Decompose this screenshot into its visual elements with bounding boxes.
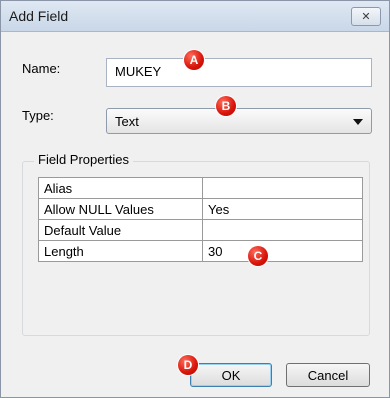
close-button[interactable]: ✕ — [351, 7, 381, 26]
close-icon: ✕ — [361, 11, 371, 23]
table-row[interactable]: Allow NULL Values Yes — [38, 198, 363, 220]
property-value-cell[interactable]: Yes — [202, 198, 363, 220]
field-properties-title: Field Properties — [34, 152, 134, 167]
title-bar: Add Field ✕ — [1, 1, 389, 32]
type-dropdown[interactable]: Text — [106, 108, 372, 134]
callout-marker-b: B — [216, 96, 236, 116]
property-value-cell[interactable] — [202, 219, 363, 241]
name-input-value: MUKEY — [115, 64, 162, 79]
field-properties-grid: Alias Allow NULL Values Yes Default Valu… — [38, 177, 363, 262]
window-title: Add Field — [9, 8, 69, 24]
callout-marker-c: C — [248, 246, 268, 266]
callout-marker-a: A — [184, 50, 204, 70]
cancel-button[interactable]: Cancel — [286, 363, 370, 387]
chevron-down-icon — [353, 119, 363, 125]
name-input[interactable]: MUKEY — [106, 58, 372, 87]
table-row[interactable]: Default Value — [38, 219, 363, 241]
property-name-cell: Default Value — [38, 219, 203, 241]
property-value-cell[interactable]: 30 — [202, 240, 363, 262]
type-label: Type: — [22, 108, 54, 123]
callout-marker-d: D — [178, 355, 198, 375]
property-name-cell: Length — [38, 240, 203, 262]
type-dropdown-value: Text — [115, 114, 139, 129]
property-value-cell[interactable] — [202, 177, 363, 199]
table-row[interactable]: Alias — [38, 177, 363, 199]
property-name-cell: Allow NULL Values — [38, 198, 203, 220]
name-label: Name: — [22, 61, 61, 76]
ok-button[interactable]: OK — [190, 363, 272, 387]
property-name-cell: Alias — [38, 177, 203, 199]
table-row[interactable]: Length 30 — [38, 240, 363, 262]
